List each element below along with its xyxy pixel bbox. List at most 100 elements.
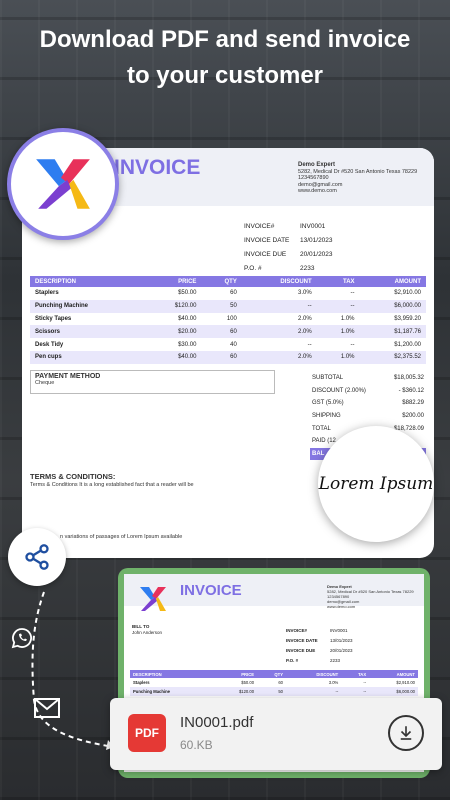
meta-key: INVOICE DUE [244, 251, 287, 258]
app-logo-small [140, 587, 166, 611]
cell: $2,910.00 [396, 680, 415, 685]
col-amount: AMOUNT [359, 276, 426, 287]
table-header-row: DESCRIPTION PRICE QTY DISCOUNT TAX AMOUN… [30, 276, 426, 287]
meta-value: 13/01/2023 [300, 237, 333, 244]
table-row: Punching Machine $120.00 50 -- -- $6,000.00 [30, 299, 426, 313]
cell: Desk Tidy [35, 341, 64, 348]
company-email: demo@gmail.com [298, 181, 343, 188]
payment-method-box: PAYMENT METHOD Cheque [30, 370, 275, 394]
file-name: IN0001.pdf [180, 714, 254, 731]
cell: Sticky Tapes [35, 315, 72, 322]
cell: $120.00 [215, 687, 258, 696]
totals-key: PAID (12 [312, 438, 336, 445]
totals-key: TOTAL [312, 425, 331, 432]
cell: 60 [278, 680, 284, 685]
meta-value: 2233 [300, 265, 315, 272]
totals-key: SHIPPING [312, 413, 341, 420]
headline: Download PDF and send invoice to your cu… [0, 22, 450, 94]
totals-row: DISCOUNT (2.00%) - $360.12 [310, 385, 426, 398]
invoice-title: INVOICE [114, 156, 201, 179]
cell: $20.00 [144, 325, 202, 339]
table-row: Punching Machine $120.00 50 -- -- $6,000.00 [130, 687, 418, 696]
meta-key: INVOICE DATE [286, 638, 318, 643]
col-tax: TAX [341, 670, 370, 678]
totals-value: $18,005.32 [393, 375, 424, 382]
terms-text: Terms & Conditions It is a long establis… [30, 482, 194, 488]
invoice2-title: INVOICE [180, 582, 242, 599]
cell: 60 [230, 290, 237, 297]
payment-method-value: Cheque [35, 380, 55, 386]
table-row: Pen cups $40.00 60 2.0% 1.0% $2,375.52 [30, 350, 426, 364]
meta-row: INVOICE DATE 13/01/2023 [286, 636, 353, 646]
email-icon[interactable] [34, 698, 60, 723]
col-discount: DISCOUNT [241, 276, 317, 287]
cell: -- [350, 290, 355, 297]
cell: Punching Machine [30, 299, 145, 313]
col-price: PRICE [144, 276, 202, 287]
cell: $120.00 [144, 299, 202, 313]
terms-section: TERMS & CONDITIONS: Terms & Conditions I… [30, 472, 194, 488]
table-row: Sticky Tapes $40.00 100 2.0% 1.0% $3,959.20 [30, 313, 426, 326]
cell: $6,000.00 [359, 299, 426, 313]
meta-key: INVOICE DUE [286, 648, 316, 653]
col-description: DESCRIPTION [30, 276, 145, 287]
totals-value: $882.29 [402, 400, 424, 407]
headline-line-2: to your customer [126, 62, 324, 89]
cell: $1,200.00 [394, 341, 421, 348]
company-web: www.demo.com [327, 604, 356, 609]
cell: -- [350, 341, 355, 348]
whatsapp-icon[interactable] [10, 626, 34, 655]
col-description: DESCRIPTION [130, 670, 216, 678]
cell: -- [307, 341, 312, 348]
cell: -- [241, 299, 317, 313]
meta-row: INVOICE# INV0001 [244, 220, 333, 234]
cell: $6,000.00 [369, 687, 418, 696]
signature: Lorem Ipsum [318, 474, 434, 494]
meta-value: 13/01/2023 [330, 638, 353, 643]
meta-value: 20/01/2023 [330, 648, 353, 653]
terms-label: TERMS & CONDITIONS: [30, 472, 116, 481]
cell: -- [363, 680, 367, 685]
meta-value: 2233 [330, 658, 341, 663]
invoice2-items-table: DESCRIPTION PRICE QTY DISCOUNT TAX AMOUN… [130, 670, 418, 696]
pdf-file-item[interactable]: PDF IN0001.pdf 60.KB [110, 698, 442, 770]
headline-line-1: Download PDF and send invoice [39, 26, 411, 53]
meta-row: INVOICE DATE 13/01/2023 [244, 234, 333, 248]
company-address: 5282, Medical Dr #520 San Antonio Texas … [298, 168, 418, 175]
totals-row: GST (5.0%) $882.29 [310, 397, 426, 410]
cell: $3,959.20 [394, 315, 421, 322]
cell: Staplers [35, 290, 59, 297]
invoice2-meta: INVOICE# INV0001 INVOICE DATE 13/01/2023 I… [286, 626, 353, 666]
cell: -- [286, 687, 342, 696]
download-button[interactable] [388, 715, 424, 751]
cell: 40 [230, 341, 237, 348]
cell: Pen cups [30, 350, 145, 364]
table-row: Scissors $20.00 60 2.0% 1.0% $1,187.76 [30, 325, 426, 339]
cell: $2,375.52 [359, 350, 426, 364]
col-discount: DISCOUNT [286, 670, 342, 678]
share-flow-connector [31, 591, 114, 750]
meta-value: 20/01/2023 [300, 251, 333, 258]
meta-key: P.O. # [244, 265, 262, 272]
table-row: Staplers $50.00 60 3.0% -- $2,910.00 [30, 287, 426, 300]
meta-row: P.O. # 2233 [244, 262, 333, 276]
cell: Staplers [133, 680, 150, 685]
share-button[interactable] [8, 528, 66, 586]
totals-key: BAL [312, 450, 325, 457]
company-phone: 1234567890 [298, 175, 329, 181]
cell: 50 [257, 687, 287, 696]
table-row: Desk Tidy $30.00 40 -- -- $1,200.00 [30, 338, 426, 351]
cell: 2.0% [297, 315, 312, 322]
cell: 100 [226, 315, 237, 322]
meta-row: INVOICE# INV0001 [286, 626, 353, 636]
table-header-row: DESCRIPTION PRICE QTY DISCOUNT TAX AMOUN… [130, 670, 418, 678]
totals-key: SUBTOTAL [312, 375, 344, 382]
file-size: 60.KB [180, 738, 213, 752]
col-price: PRICE [215, 670, 258, 678]
cell: 1.0% [316, 350, 360, 364]
meta-key: P.O. # [286, 658, 299, 663]
cell: 3.0% [328, 680, 339, 685]
cell: $50.00 [241, 680, 255, 685]
invoice-meta: INVOICE# INV0001 INVOICE DATE 13/01/2023 I… [244, 220, 333, 276]
company-info: Demo Expert 5282, Medical Dr #520 San An… [298, 162, 417, 195]
